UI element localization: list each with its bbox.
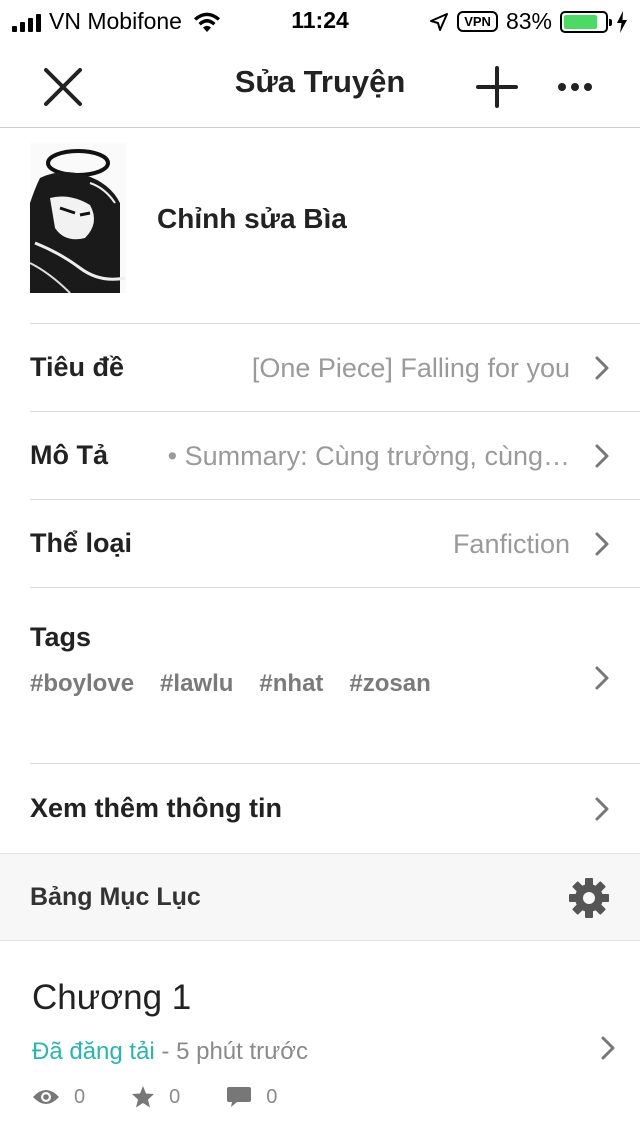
- battery-percent: 83%: [505, 8, 552, 34]
- battery-icon: [560, 10, 612, 33]
- votes-stat: 0: [131, 1085, 180, 1109]
- views-stat: 0: [32, 1086, 85, 1109]
- edit-cover-row[interactable]: Chỉnh sửa Bìa: [0, 129, 640, 323]
- tags-row[interactable]: Tags #boylove #lawlu #nhat #zosan: [30, 587, 640, 763]
- published-status: Đã đăng tải: [32, 1038, 155, 1065]
- more-info-label: Xem thêm thông tin: [30, 793, 282, 823]
- toc-title: Bảng Mục Lục: [30, 883, 201, 911]
- chapter-title: Chương 1: [32, 978, 192, 1017]
- charging-icon: [617, 10, 627, 33]
- chevron-right-icon: [595, 444, 609, 468]
- toc-header: Bảng Mục Lục: [0, 853, 640, 941]
- genre-row[interactable]: Thể loại Fanfiction: [30, 499, 640, 587]
- title-row[interactable]: Tiêu đề [One Piece] Falling for you: [30, 323, 640, 411]
- page-title: Sửa Truyện: [234, 64, 406, 99]
- battery-fill: [564, 14, 598, 29]
- chevron-right-icon: [601, 1036, 615, 1060]
- gear-icon[interactable]: [568, 877, 610, 919]
- title-value: [One Piece] Falling for you: [251, 353, 570, 383]
- plus-icon[interactable]: [472, 62, 522, 112]
- nav-bar: Sửa Truyện: [0, 42, 640, 128]
- comments-stat: 0: [226, 1085, 277, 1109]
- tag-item: #lawlu: [160, 670, 234, 697]
- more-info-row[interactable]: Xem thêm thông tin: [30, 763, 640, 853]
- chevron-right-icon: [595, 797, 609, 821]
- comment-icon: [227, 1087, 252, 1107]
- description-label: Mô Tả: [30, 440, 108, 470]
- genre-value: Fanfiction: [452, 529, 570, 559]
- votes-count: 0: [169, 1085, 181, 1108]
- chevron-right-icon: [595, 356, 609, 380]
- tag-item: #zosan: [349, 670, 431, 697]
- tag-item: #boylove: [30, 670, 135, 697]
- status-bar: VN Mobifone 11:24 VPN 83%: [0, 0, 640, 42]
- chapter-item[interactable]: Chương 1 Đã đăng tải - 5 phút trước 0 0 …: [0, 942, 640, 1136]
- tags-label: Tags: [30, 622, 92, 652]
- edit-cover-label: Chỉnh sửa Bìa: [157, 203, 347, 234]
- location-icon: [430, 12, 449, 31]
- tag-item: #nhat: [259, 670, 324, 697]
- chevron-right-icon: [595, 666, 609, 690]
- tags-list: #boylove #lawlu #nhat #zosan: [30, 670, 431, 698]
- description-value: • Summary: Cùng trường, cùng…: [167, 441, 570, 471]
- eye-icon: [33, 1090, 59, 1104]
- views-count: 0: [74, 1085, 86, 1108]
- status-right: VPN 83%: [429, 8, 628, 35]
- chapter-status-line: Đã đăng tải - 5 phút trước: [32, 1038, 308, 1066]
- chapter-updated-time: - 5 phút trước: [154, 1038, 308, 1065]
- comments-count: 0: [266, 1085, 278, 1108]
- vpn-badge: VPN: [457, 11, 498, 32]
- more-icon[interactable]: [550, 62, 600, 112]
- chapter-stats: 0 0 0: [32, 1085, 323, 1109]
- genre-label: Thể loại: [30, 528, 133, 558]
- chevron-right-icon: [595, 532, 609, 556]
- cover-image: [30, 143, 126, 293]
- title-label: Tiêu đề: [30, 352, 125, 382]
- description-row[interactable]: Mô Tả • Summary: Cùng trường, cùng…: [30, 411, 640, 499]
- star-icon: [132, 1086, 155, 1108]
